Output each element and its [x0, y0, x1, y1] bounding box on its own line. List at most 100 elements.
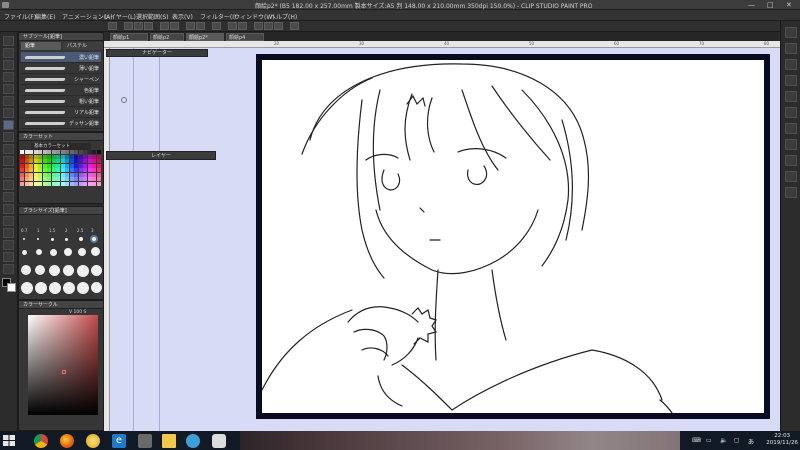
color-swatch[interactable] — [60, 168, 65, 172]
color-swatch[interactable] — [60, 163, 65, 168]
color-swatch[interactable] — [92, 181, 96, 186]
brush-size-option[interactable] — [37, 238, 39, 240]
rotate-handle-icon[interactable] — [121, 97, 127, 103]
color-swatch[interactable] — [42, 177, 47, 181]
color-swatch[interactable] — [87, 181, 92, 186]
color-swatch-grid[interactable] — [20, 150, 102, 190]
color-swatch[interactable] — [33, 168, 38, 172]
color-swatch[interactable] — [69, 150, 74, 154]
color-swatch[interactable] — [38, 154, 42, 159]
color-swatch[interactable] — [83, 154, 87, 159]
brush-size-option[interactable] — [36, 249, 42, 255]
colorset-preset-select[interactable]: 基本カラーセット — [31, 143, 91, 150]
move-tool-icon[interactable] — [3, 48, 14, 58]
color-swatch[interactable] — [56, 150, 60, 154]
color-swatch[interactable] — [65, 172, 69, 177]
snap-special-ruler-icon[interactable] — [274, 22, 283, 30]
color-swatch[interactable] — [29, 154, 33, 159]
menu-view[interactable]: 表示(V) — [172, 12, 193, 21]
brush-size-icon[interactable] — [785, 139, 797, 150]
color-swatch[interactable] — [29, 150, 33, 154]
color-swatch[interactable] — [92, 172, 96, 177]
color-swatch[interactable] — [92, 159, 96, 163]
tab-doc-3[interactable]: 顔絵p2* — [186, 33, 224, 41]
color-swatch[interactable] — [42, 163, 47, 168]
color-swatch[interactable] — [74, 172, 78, 177]
color-swatch[interactable] — [24, 150, 29, 154]
history-icon[interactable] — [785, 43, 797, 54]
windows-start-icon[interactable] — [3, 435, 15, 446]
color-swatch[interactable] — [51, 181, 56, 186]
color-swatch[interactable] — [29, 177, 33, 181]
clip-studio-icon[interactable] — [108, 22, 117, 30]
deselect-icon[interactable] — [238, 22, 247, 30]
fill-icon[interactable] — [212, 22, 221, 30]
color-history-icon[interactable] — [785, 187, 797, 198]
brush-size-option[interactable] — [35, 265, 45, 275]
object-tool-icon[interactable] — [3, 60, 14, 70]
menu-file[interactable]: ファイル(F) — [4, 12, 36, 21]
color-swatch[interactable] — [65, 168, 69, 172]
color-swatch[interactable] — [78, 177, 83, 181]
color-swatch[interactable] — [69, 154, 74, 159]
color-swatch[interactable] — [56, 181, 60, 186]
layer-property-icon[interactable] — [785, 27, 797, 38]
color-swatch[interactable] — [83, 159, 87, 163]
color-swatch[interactable] — [47, 172, 51, 177]
minimize-button[interactable]: — — [748, 1, 755, 9]
color-swatch[interactable] — [69, 168, 74, 172]
info-icon[interactable] — [785, 91, 797, 102]
color-swatch[interactable] — [87, 177, 92, 181]
color-swatch[interactable] — [96, 177, 101, 181]
color-swatch[interactable] — [83, 177, 87, 181]
color-swatch[interactable] — [38, 177, 42, 181]
color-swatch[interactable] — [51, 150, 56, 154]
edge-icon[interactable]: e — [112, 434, 126, 448]
color-swatch[interactable] — [24, 181, 29, 186]
color-swatch[interactable] — [38, 159, 42, 163]
color-swatch[interactable] — [20, 168, 24, 172]
color-swatch[interactable] — [51, 154, 56, 159]
color-swatch[interactable] — [56, 154, 60, 159]
tab-doc-2[interactable]: 顔絵p2 — [150, 33, 184, 41]
tool-property-icon[interactable] — [785, 123, 797, 134]
color-swatch[interactable] — [42, 181, 47, 186]
navigator-panel-title[interactable]: ナビゲーター — [106, 49, 208, 57]
color-swatch[interactable] — [87, 172, 92, 177]
color-swatch[interactable] — [47, 150, 51, 154]
wacom-icon[interactable] — [186, 434, 200, 448]
pen-tool-icon[interactable] — [3, 108, 14, 118]
subview-icon[interactable] — [785, 75, 797, 86]
brush-size-option[interactable] — [77, 265, 89, 277]
color-swatch[interactable] — [51, 163, 56, 168]
layer-panel-title[interactable]: レイヤー — [106, 151, 216, 160]
clear-outside-icon[interactable] — [196, 22, 205, 30]
network-icon[interactable]: ▭ — [706, 437, 712, 444]
chrome-icon[interactable] — [34, 434, 48, 448]
color-swatch[interactable] — [51, 168, 56, 172]
color-swatch[interactable] — [96, 181, 101, 186]
undo-icon[interactable] — [160, 22, 169, 30]
airbrush-tool-icon[interactable] — [3, 144, 14, 154]
color-swatch[interactable] — [92, 154, 96, 159]
menu-window[interactable]: ウィンドウ(W) — [234, 12, 275, 21]
brush-item[interactable]: 粗い鉛筆 — [21, 96, 101, 107]
brush-item[interactable]: 濃い鉛筆 — [21, 52, 101, 63]
color-swatch[interactable] — [69, 172, 74, 177]
color-swatch[interactable] — [96, 163, 101, 168]
color-swatch[interactable] — [65, 154, 69, 159]
color-swatch[interactable] — [47, 168, 51, 172]
color-swatch[interactable] — [96, 154, 101, 159]
color-swatch[interactable] — [92, 150, 96, 154]
color-swatch[interactable] — [51, 172, 56, 177]
color-picker-cursor[interactable] — [62, 370, 66, 374]
brush-size-option[interactable] — [21, 265, 31, 275]
color-swatch[interactable] — [83, 150, 87, 154]
tab-doc-4[interactable]: 顔絵p4 — [226, 33, 264, 41]
color-swatch[interactable] — [60, 181, 65, 186]
color-swatch[interactable] — [33, 159, 38, 163]
zoom-tool-icon[interactable] — [3, 36, 14, 46]
color-swatch[interactable] — [83, 181, 87, 186]
gradient-tool-icon[interactable] — [3, 204, 14, 214]
color-swatch[interactable] — [65, 181, 69, 186]
